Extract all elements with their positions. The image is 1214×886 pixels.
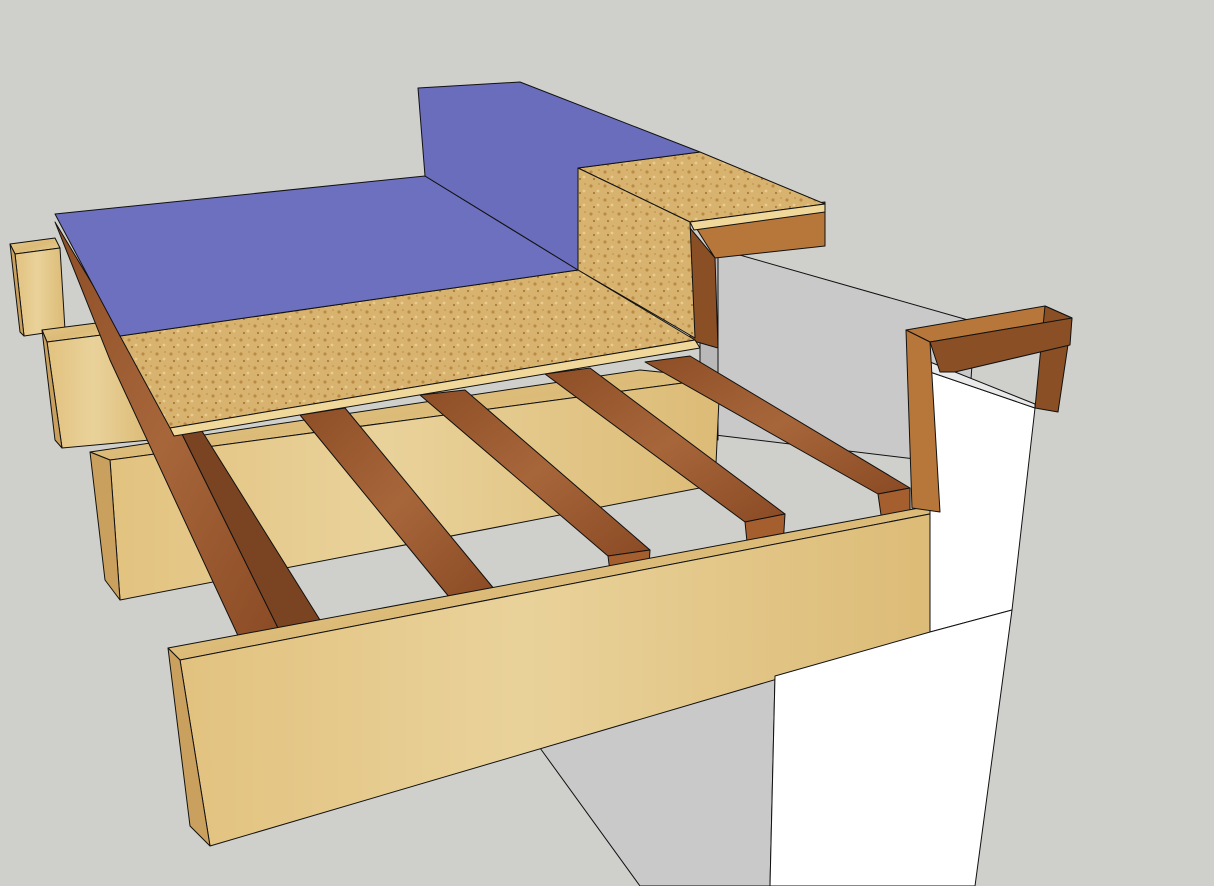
- floor-construction-section-drawing: [9, 81, 1073, 886]
- back-beam-1: [9, 237, 66, 337]
